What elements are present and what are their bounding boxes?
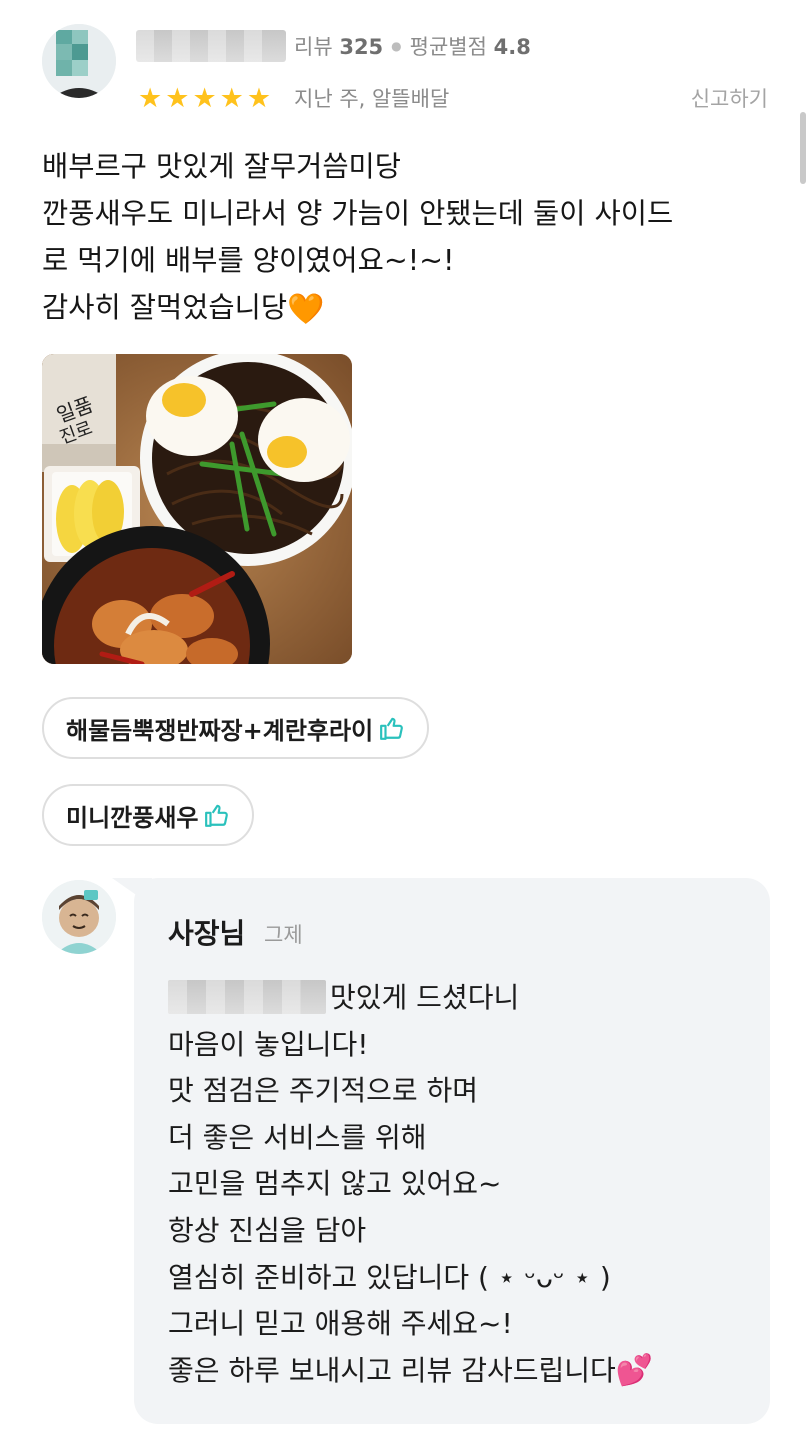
- pink-hearts-emoji: 💕: [615, 1352, 654, 1388]
- owner-reply-time: 그제: [264, 923, 303, 947]
- rating-stars: ★ ★ ★ ★ ★: [138, 84, 271, 114]
- orange-heart-emoji: 🧡: [287, 292, 325, 327]
- scrollbar[interactable]: [800, 112, 806, 184]
- star-icon: ★: [165, 83, 190, 114]
- owner-avatar: [42, 880, 116, 954]
- review-count: 325: [339, 35, 384, 59]
- report-button[interactable]: 신고하기: [691, 83, 768, 115]
- review-body: 배부르구 맛있게 잘무거씀미당 깐풍새우도 미니라서 양 가늠이 안됐는데 둘이…: [42, 143, 772, 333]
- reply-line: 맛있게 드셨다니: [330, 981, 520, 1014]
- menu-chip-label: 미니깐풍새우: [66, 803, 199, 832]
- review-line: 로 먹기에 배부를 양이였어요~!~!: [42, 244, 455, 277]
- review-count-label: 리뷰: [294, 35, 333, 59]
- review-line: 배부르구 맛있게 잘무거씀미당: [42, 150, 401, 183]
- customer-name-blurred: [168, 980, 326, 1014]
- menu-chip-jjajang[interactable]: 해물듬뿍쟁반짜장+계란후라이: [42, 697, 430, 759]
- reviewer-stats: 리뷰 325 ● 평균별점 4.8: [294, 30, 531, 62]
- reply-line: 고민을 멈추지 않고 있어요~: [168, 1167, 502, 1201]
- review-photo[interactable]: 일품 진로: [42, 354, 352, 664]
- menu-chip-shrimp[interactable]: 미니깐풍새우: [42, 784, 255, 846]
- reply-line: 항상 진심을 담아: [168, 1213, 367, 1247]
- reply-line: 더 좋은 서비스를 위해: [168, 1120, 427, 1154]
- food-photo-illustration: 일품 진로: [42, 354, 352, 664]
- thumbs-up-icon: [205, 804, 229, 827]
- reply-line: 좋은 하루 보내시고 리뷰 감사드립니다: [168, 1353, 616, 1387]
- review-line: 깐풍새우도 미니라서 양 가늠이 안됐는데 둘이 사이드: [42, 197, 674, 230]
- star-icon: ★: [138, 83, 163, 114]
- star-icon: ★: [192, 83, 217, 114]
- separator-dot: ●: [391, 39, 402, 53]
- reply-line: 열심히 준비하고 있답니다 ( ⋆ ᵕᴗᵕ ⋆ ): [168, 1260, 611, 1294]
- reply-line: 맛 점검은 주기적으로 하며: [168, 1074, 479, 1108]
- review-time: 지난 주, 알뜰배달: [294, 87, 450, 111]
- review-line: 감사히 잘먹었습니당: [42, 291, 288, 324]
- avg-rating: 4.8: [493, 35, 531, 59]
- reply-line: 그러니 믿고 애용해 주세요~!: [168, 1307, 513, 1341]
- reply-bubble-tail: [112, 878, 152, 906]
- menu-chip-label: 해물듬뿍쟁반짜장+계란후라이: [66, 716, 374, 745]
- star-icon: ★: [246, 83, 272, 114]
- reply-line: 마음이 놓입니다!: [168, 1027, 369, 1061]
- owner-reply-text: 맛있게 드셨다니 마음이 놓입니다! 맛 점검은 주기적으로 하며 더 좋은 서…: [168, 975, 748, 1394]
- owner-name: 사장님: [168, 917, 246, 950]
- star-icon: ★: [219, 83, 244, 114]
- avg-rating-label: 평균별점: [409, 35, 487, 59]
- reviewer-avatar[interactable]: [42, 24, 116, 98]
- reviewer-nickname-blurred: [136, 30, 286, 62]
- thumbs-up-icon: [380, 717, 403, 740]
